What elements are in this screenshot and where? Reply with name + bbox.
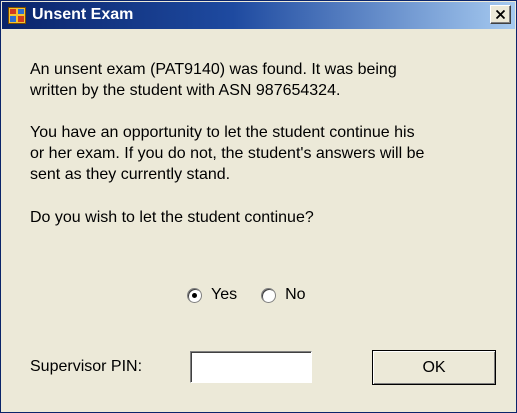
ok-button[interactable]: OK [372,350,496,385]
supervisor-pin-input[interactable] [190,351,312,383]
close-icon [496,10,505,19]
message-line: written by the student with ASN 98765432… [30,82,341,99]
app-window-icon [8,7,26,24]
radio-no-circle[interactable] [261,287,277,303]
message-line: You have an opportunity to let the stude… [30,124,415,141]
radio-no-label[interactable]: No [285,286,305,304]
unsent-exam-dialog: Unsent Exam An unsent exam (PAT9140) was… [0,0,517,413]
radio-no[interactable]: No [261,286,306,304]
radio-yes-label[interactable]: Yes [211,286,237,304]
message-line: sent as they currently stand. [30,166,231,183]
supervisor-pin-label: Supervisor PIN: [30,358,143,375]
close-button[interactable] [490,5,511,24]
radio-yes-circle[interactable] [187,287,202,303]
continue-choice-group: Yes No [187,284,306,306]
radio-selected-dot [192,292,197,298]
window-title: Unsent Exam [32,6,134,23]
message-line: An unsent exam (PAT9140) was found. It w… [30,61,397,78]
title-bar[interactable]: Unsent Exam [2,2,515,29]
radio-yes[interactable]: Yes [187,286,237,304]
question-text: Do you wish to let the student continue? [30,209,314,226]
message-line: or her exam. If you do not, the student'… [30,145,425,162]
